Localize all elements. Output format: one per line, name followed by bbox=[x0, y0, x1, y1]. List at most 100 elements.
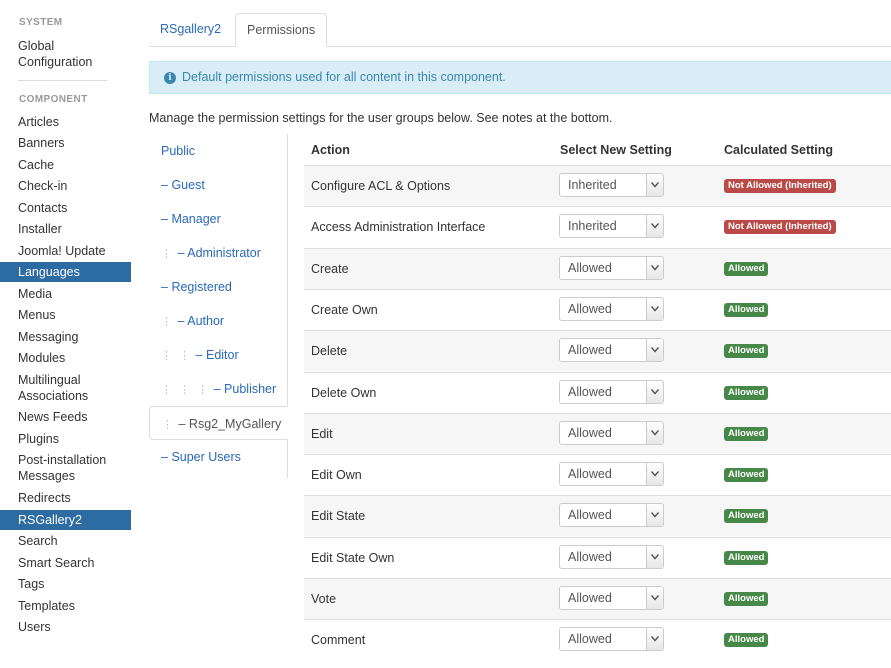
group-prefix: – bbox=[178, 417, 189, 431]
sidebar-item-global-configuration[interactable]: Global Configuration bbox=[0, 38, 131, 70]
sidebar-item-label: Messaging bbox=[18, 330, 79, 344]
chevron-down-icon[interactable] bbox=[646, 504, 663, 527]
sidebar-item-users[interactable]: Users bbox=[0, 619, 131, 635]
group-guest[interactable]: – Guest bbox=[149, 168, 287, 202]
calculated-status-badge: Allowed bbox=[724, 550, 769, 565]
chevron-down-icon[interactable] bbox=[646, 174, 663, 196]
header-select-new-setting: Select New Setting bbox=[560, 143, 672, 157]
sidebar-item-label: Redirects bbox=[18, 491, 71, 505]
sidebar-item-plugins[interactable]: Plugins bbox=[0, 431, 131, 447]
group-administrator[interactable]: ⋮ – Administrator bbox=[149, 236, 287, 270]
sidebar-item-news-feeds[interactable]: News Feeds bbox=[0, 409, 131, 425]
sidebar-item-label: Users bbox=[18, 620, 51, 634]
sidebar-item-modules[interactable]: Modules bbox=[0, 350, 131, 366]
setting-select[interactable]: Allowed bbox=[559, 420, 664, 445]
setting-select[interactable]: Inherited bbox=[559, 173, 664, 197]
calculated-status-badge: Allowed bbox=[724, 302, 769, 317]
tab-permissions[interactable]: Permissions bbox=[235, 13, 328, 47]
sidebar-item-label: Joomla! Update bbox=[18, 244, 106, 258]
group-author[interactable]: ⋮ – Author bbox=[149, 304, 287, 338]
sidebar-item-smart-search[interactable]: Smart Search bbox=[0, 555, 131, 571]
sidebar-item-check-in[interactable]: Check-in bbox=[0, 178, 131, 194]
sidebar-item-templates[interactable]: Templates bbox=[0, 598, 131, 614]
setting-select[interactable]: Allowed bbox=[559, 586, 664, 610]
chevron-down-icon[interactable] bbox=[646, 587, 663, 609]
tab-rsgallery2[interactable]: RSgallery2 bbox=[149, 13, 232, 45]
chevron-down-icon[interactable] bbox=[646, 297, 663, 320]
chevron-down-icon[interactable] bbox=[646, 339, 663, 362]
group-super-users[interactable]: – Super Users bbox=[149, 440, 287, 474]
sidebar-item-multilingual-associations[interactable]: Multilingual Associations bbox=[0, 372, 131, 404]
setting-select[interactable]: Allowed bbox=[559, 503, 664, 528]
tree-indent-icon: ⋮ bbox=[161, 316, 174, 328]
setting-select[interactable]: Allowed bbox=[559, 296, 664, 321]
group-publisher[interactable]: ⋮ ⋮ ⋮ – Publisher bbox=[149, 372, 287, 406]
sidebar-item-installer[interactable]: Installer bbox=[0, 221, 131, 237]
sidebar-item-label: Cache bbox=[18, 158, 55, 172]
setting-select[interactable]: Inherited bbox=[559, 214, 664, 239]
user-groups-list: Public – Guest – Manager ⋮ – Administrator –… bbox=[149, 134, 288, 478]
info-icon: i bbox=[164, 72, 176, 84]
sidebar-item-cache[interactable]: Cache bbox=[0, 157, 131, 173]
group-label: Manager bbox=[171, 212, 221, 226]
group-label: Super Users bbox=[171, 450, 241, 464]
sidebar-item-banners[interactable]: Banners bbox=[0, 135, 131, 151]
sidebar-item-label: RSGallery2 bbox=[18, 513, 82, 527]
setting-select[interactable]: Allowed bbox=[559, 627, 664, 652]
chevron-down-icon[interactable] bbox=[646, 380, 663, 403]
group-rsg2-mygallery[interactable]: ⋮ – Rsg2_MyGallery bbox=[149, 406, 288, 440]
sidebar-item-languages[interactable]: Languages bbox=[0, 262, 131, 282]
tree-indent-icon: ⋮ ⋮ bbox=[161, 350, 193, 362]
sidebar-item-label: Plugins bbox=[18, 432, 59, 446]
group-manager[interactable]: – Manager bbox=[149, 202, 287, 236]
sidebar-item-label: Multilingual Associations bbox=[18, 373, 89, 403]
setting-value: Allowed bbox=[568, 632, 612, 647]
setting-select[interactable]: Allowed bbox=[559, 379, 664, 404]
chevron-down-icon[interactable] bbox=[646, 545, 663, 568]
sidebar-item-redirects[interactable]: Redirects bbox=[0, 490, 131, 506]
setting-value: Inherited bbox=[568, 178, 617, 192]
system-heading: SYSTEM bbox=[19, 17, 63, 28]
sidebar-item-messaging[interactable]: Messaging bbox=[0, 329, 131, 345]
intro-text: Manage the permission settings for the u… bbox=[149, 111, 613, 125]
calculated-status-badge: Allowed bbox=[724, 261, 769, 276]
setting-value: Allowed bbox=[568, 467, 612, 482]
sidebar-item-post-installation-messages[interactable]: Post-installation Messages bbox=[0, 452, 131, 484]
table-row: Create Own Allowed Allowed bbox=[304, 288, 891, 330]
chevron-down-icon[interactable] bbox=[646, 256, 663, 279]
chevron-down-icon[interactable] bbox=[646, 215, 663, 238]
calculated-status-badge: Allowed bbox=[724, 633, 769, 648]
setting-select[interactable]: Allowed bbox=[559, 255, 664, 280]
setting-value: Inherited bbox=[568, 219, 617, 234]
alert-text: Default permissions used for all content… bbox=[182, 70, 506, 84]
chevron-down-icon[interactable] bbox=[646, 463, 663, 486]
sidebar-item-rsgallery2[interactable]: RSGallery2 bbox=[0, 510, 131, 530]
group-prefix: – bbox=[177, 314, 188, 328]
sidebar-item-menus[interactable]: Menus bbox=[0, 307, 131, 323]
sidebar-item-media[interactable]: Media bbox=[0, 286, 131, 302]
sidebar-item-contacts[interactable]: Contacts bbox=[0, 200, 131, 216]
sidebar-item-search[interactable]: Search bbox=[0, 533, 131, 549]
chevron-down-icon[interactable] bbox=[646, 421, 663, 444]
table-row: Comment Allowed Allowed bbox=[304, 619, 891, 660]
sidebar-item-label: Search bbox=[18, 534, 58, 548]
sidebar-item-tags[interactable]: Tags bbox=[0, 576, 131, 592]
table-row: Edit Allowed Allowed bbox=[304, 412, 891, 454]
sidebar-item-joomla-update[interactable]: Joomla! Update bbox=[0, 243, 131, 259]
group-public[interactable]: Public bbox=[149, 134, 287, 168]
setting-select[interactable]: Allowed bbox=[559, 544, 664, 569]
setting-select[interactable]: Allowed bbox=[559, 462, 664, 487]
sidebar-item-label: Contacts bbox=[18, 201, 68, 215]
sidebar-item-articles[interactable]: Articles bbox=[0, 114, 131, 130]
group-registered[interactable]: – Registered bbox=[149, 270, 287, 304]
sidebar-item-label: Templates bbox=[18, 599, 75, 613]
action-label: Comment bbox=[311, 633, 366, 648]
sidebar-divider bbox=[18, 80, 107, 81]
sidebar-item-label: Global Configuration bbox=[18, 39, 93, 69]
sidebar-item-label: Check-in bbox=[18, 179, 68, 193]
setting-select[interactable]: Allowed bbox=[559, 338, 664, 363]
sidebar-item-label: Media bbox=[18, 287, 53, 301]
chevron-down-icon[interactable] bbox=[646, 628, 663, 651]
group-prefix: – bbox=[177, 246, 188, 260]
group-editor[interactable]: ⋮ ⋮ – Editor bbox=[149, 338, 287, 372]
